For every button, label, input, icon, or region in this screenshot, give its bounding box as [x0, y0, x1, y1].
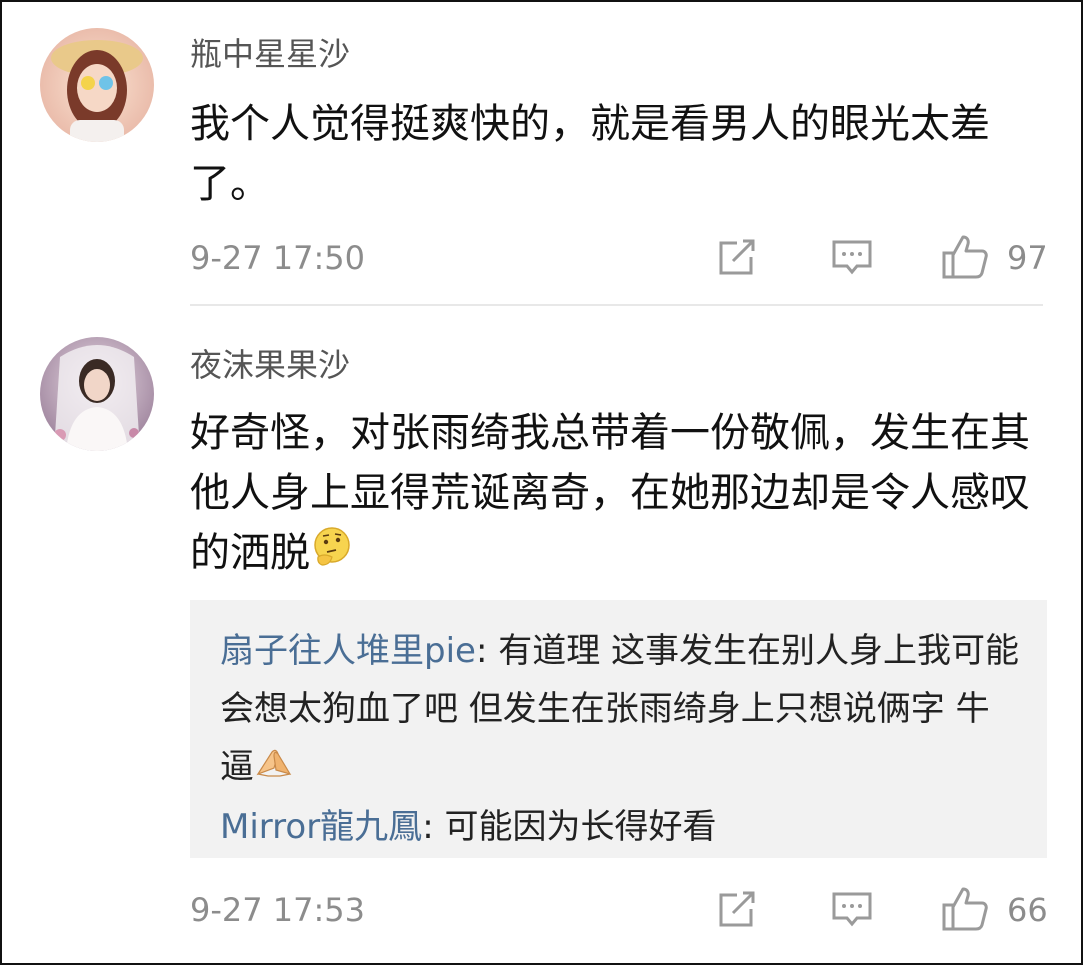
comment-button[interactable]	[830, 238, 874, 278]
reply-item: Mirror龍九鳳: 可能因为长得好看	[220, 798, 1020, 856]
comment-icon	[832, 892, 872, 927]
comment-1: 瓶中星星沙 我个人觉得挺爽快的，就是看男人的眼光太差了。 9-27 17:50 …	[2, 2, 1083, 307]
avatar-image	[40, 337, 154, 451]
share-icon	[719, 239, 755, 275]
avatar[interactable]	[40, 28, 154, 142]
comment-2: 夜沫果果沙 好奇怪，对张雨绮我总带着一份敬佩，发生在其他人身上显得荒诞离奇，在她…	[2, 307, 1083, 962]
share-button[interactable]	[716, 238, 758, 278]
reply-separator: :	[475, 631, 499, 671]
comment-text: 我个人觉得挺爽快的，就是看男人的眼光太差了。	[190, 101, 990, 207]
comment-username[interactable]: 夜沫果果沙	[190, 345, 350, 385]
comment-text: 好奇怪，对张雨绮我总带着一份敬佩，发生在其他人身上显得荒诞离奇，在她那边却是令人…	[190, 403, 1050, 586]
thinking-face-emoji	[310, 525, 354, 586]
comment-button[interactable]	[830, 890, 874, 930]
comment-time: 9-27 17:53	[190, 891, 366, 929]
avatar-image	[40, 28, 154, 142]
reply-username[interactable]: Mirror龍九鳳	[220, 807, 422, 847]
like-button[interactable]	[940, 884, 990, 932]
avatar[interactable]	[40, 337, 154, 451]
comment-username[interactable]: 瓶中星星沙	[190, 34, 350, 74]
like-count: 66	[1007, 891, 1048, 929]
comment-divider	[190, 304, 1043, 306]
share-icon	[719, 891, 755, 927]
like-count: 97	[1007, 239, 1048, 277]
reply-text: 可能因为长得好看	[444, 807, 717, 847]
reply-separator: :	[422, 807, 445, 847]
reply-box[interactable]: 扇子往人堆里pie: 有道理 这事发生在别人身上我可能会想太狗血了吧 但发生在张…	[190, 600, 1047, 858]
reply-item: 扇子往人堆里pie: 有道理 这事发生在别人身上我可能会想太狗血了吧 但发生在张…	[220, 622, 1020, 798]
thumbs-up-icon	[942, 235, 988, 279]
share-button[interactable]	[716, 890, 758, 930]
screenshot-frame: 瓶中星星沙 我个人觉得挺爽快的，就是看男人的眼光太差了。 9-27 17:50 …	[0, 0, 1083, 965]
comment-time: 9-27 17:50	[190, 239, 366, 277]
reply-username[interactable]: 扇子往人堆里pie	[220, 631, 476, 671]
like-button[interactable]	[940, 232, 990, 280]
folded-hands-emoji	[254, 740, 294, 798]
thumbs-up-icon	[942, 887, 988, 931]
comment-icon	[832, 240, 872, 275]
